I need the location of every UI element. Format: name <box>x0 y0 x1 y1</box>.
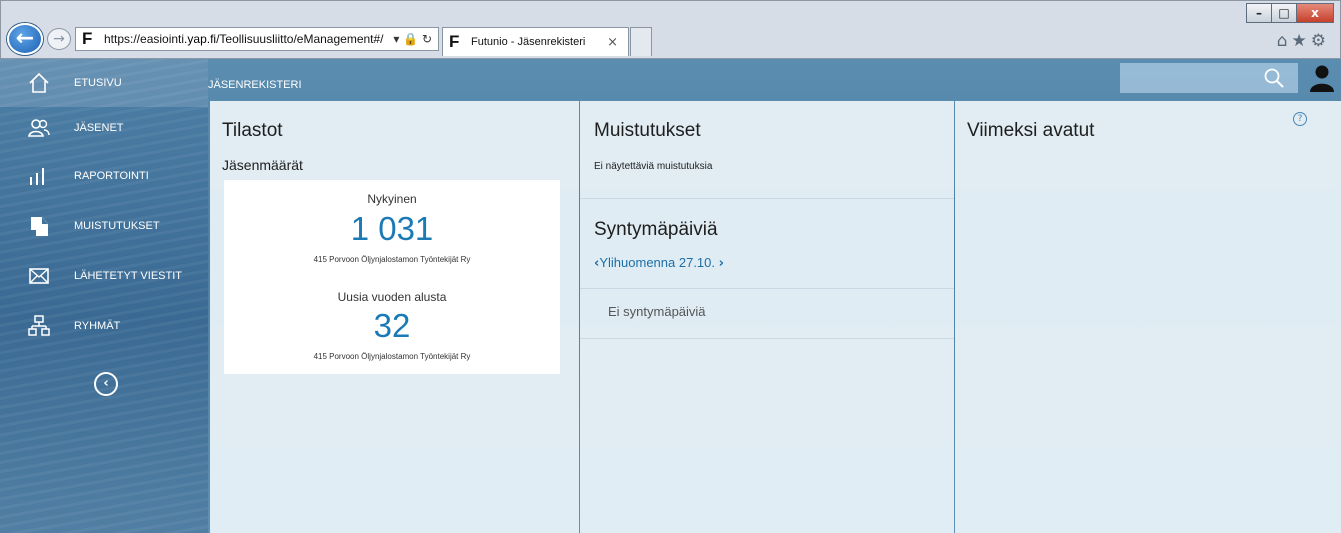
mail-icon <box>28 265 50 287</box>
birthday-date-label: Ylihuomenna 27.10. <box>599 255 716 270</box>
members-icon <box>28 117 50 139</box>
top-bar: JÄSENREKISTERI <box>208 59 1341 101</box>
sidebar-item-label: LÄHETETYT VIESTIT <box>74 270 182 282</box>
home-icon <box>28 72 50 94</box>
recent-panel: Viimeksi avatut <box>955 101 1341 533</box>
reminders-icon <box>28 215 50 237</box>
stats-subtitle: Jäsenmäärät <box>222 157 303 173</box>
stats-panel: Tilastot Jäsenmäärät Nykyinen 1 031 415 … <box>210 101 579 533</box>
birthdays-empty: Ei syntymäpäiviä <box>608 304 706 319</box>
sidebar-item-lahetetyt-viestit[interactable]: LÄHETETYT VIESTIT <box>0 252 208 300</box>
collapse-sidebar-icon[interactable]: ‹ <box>94 372 118 396</box>
member-count-card: Nykyinen 1 031 415 Porvoon Öljynjalostam… <box>224 180 560 374</box>
reminders-title: Muistutukset <box>594 120 701 141</box>
divider <box>580 338 954 339</box>
address-bar-icons[interactable]: ▾ 🔒 ↻ <box>393 32 438 46</box>
sidebar-item-ryhmat[interactable]: RYHMÄT <box>0 302 208 350</box>
current-value: 1 031 <box>350 210 434 247</box>
forward-button[interactable]: → <box>47 28 71 50</box>
address-bar[interactable]: F https://easiointi.yap.fi/Teollisuuslii… <box>75 27 439 51</box>
divider <box>580 288 954 289</box>
reminders-panel: Muistutukset Ei näytettäviä muistutuksia… <box>580 101 954 533</box>
close-button[interactable]: x <box>1296 3 1334 23</box>
new-label: Uusia vuoden alusta <box>337 290 447 304</box>
sidebar-item-label: MUISTUTUKSET <box>74 220 160 232</box>
recent-title: Viimeksi avatut <box>967 120 1095 141</box>
url-text[interactable]: https://easiointi.yap.fi/Teollisuusliitt… <box>104 32 393 46</box>
new-value: 32 <box>373 307 411 344</box>
search-icon[interactable] <box>1263 67 1285 89</box>
tab-title[interactable]: Futunio - Jäsenrekisteri <box>471 36 607 48</box>
current-label: Nykyinen <box>367 192 417 206</box>
current-org: 415 Porvoon Öljynjalostamon Työntekijät … <box>313 255 471 264</box>
sidebar-item-jasenet[interactable]: JÄSENET <box>0 104 208 152</box>
user-icon[interactable] <box>1309 64 1335 92</box>
stats-title: Tilastot <box>222 120 283 141</box>
tab-favicon-icon: F <box>449 32 460 51</box>
sidebar-item-raportointi[interactable]: RAPORTOINTI <box>0 152 208 200</box>
app-area: ETUSIVU JÄSENET RAPORTOINTI MUISTUTUKSET… <box>0 59 1341 533</box>
new-org: 415 Porvoon Öljynjalostamon Työntekijät … <box>313 352 471 361</box>
reminders-empty: Ei näytettäviä muistutuksia <box>594 161 713 172</box>
back-button[interactable]: ← <box>7 23 43 55</box>
help-icon[interactable]: ? <box>1293 112 1307 126</box>
reports-icon <box>28 165 50 187</box>
birthday-date-nav: ‹Ylihuomenna 27.10. › <box>594 255 724 271</box>
sidebar-item-muistutukset[interactable]: MUISTUTUKSET <box>0 202 208 250</box>
page-title: JÄSENREKISTERI <box>208 79 302 91</box>
favicon-icon: F <box>82 29 93 48</box>
browser-tab[interactable]: F Futunio - Jäsenrekisteri × <box>442 27 629 56</box>
toolbar-icons[interactable]: ⌂★⚙ <box>1277 31 1330 51</box>
divider <box>580 198 954 199</box>
sidebar-item-label: ETUSIVU <box>74 77 122 89</box>
sidebar: ETUSIVU JÄSENET RAPORTOINTI MUISTUTUKSET… <box>0 59 208 533</box>
tab-close-icon[interactable]: × <box>607 35 628 50</box>
birthdays-title: Syntymäpäiviä <box>594 219 718 240</box>
sidebar-item-label: RYHMÄT <box>74 320 121 332</box>
groups-icon <box>28 315 50 337</box>
window-controls: – □ x <box>1246 3 1334 23</box>
chevron-right-icon[interactable]: › <box>719 256 724 271</box>
maximize-button[interactable]: □ <box>1271 3 1297 23</box>
sidebar-item-label: JÄSENET <box>74 122 124 134</box>
browser-chrome: – □ x ← → F https://easiointi.yap.fi/Teo… <box>0 0 1341 59</box>
sidebar-item-label: RAPORTOINTI <box>74 170 149 182</box>
new-tab-button[interactable] <box>630 27 652 56</box>
sidebar-item-etusivu[interactable]: ETUSIVU <box>0 59 208 107</box>
minimize-button[interactable]: – <box>1246 3 1272 23</box>
